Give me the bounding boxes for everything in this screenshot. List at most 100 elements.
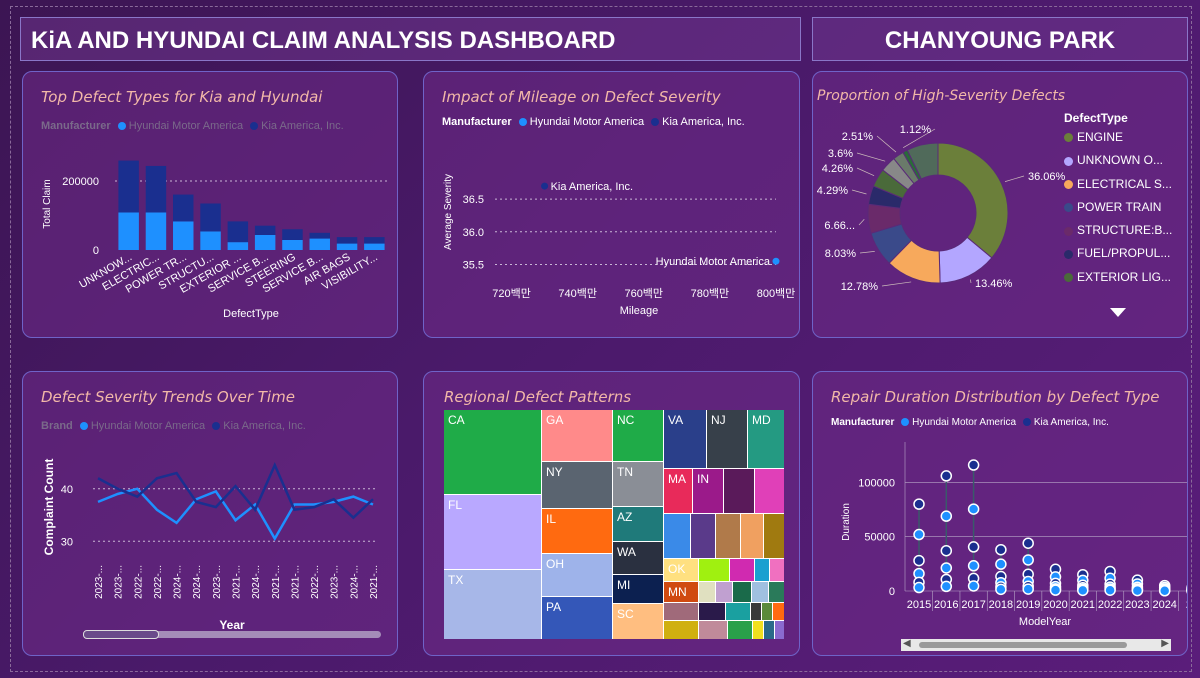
treemap-cell[interactable]	[730, 559, 754, 581]
x-tick-label: 2021-...	[232, 565, 243, 599]
x-tick-label: 2022-...	[133, 565, 144, 599]
donut-legend-item[interactable]: FUEL/PROPUL...	[1064, 246, 1172, 269]
donut-leader-line	[881, 281, 912, 287]
scroll-right-icon[interactable]: ▶	[1161, 638, 1169, 649]
treemap-cell[interactable]: TX	[444, 570, 541, 639]
repair-duration-card[interactable]: Repair Duration Distribution by Defect T…	[812, 371, 1188, 656]
x-scrollbar-thumb[interactable]	[83, 630, 159, 639]
treemap-cell[interactable]: NJ	[707, 410, 747, 468]
bar-kia	[173, 194, 194, 222]
treemap-cell[interactable]: MI	[613, 575, 663, 603]
treemap-cell[interactable]	[755, 469, 784, 513]
treemap-cell[interactable]	[724, 469, 754, 513]
bar-hyundai	[254, 234, 276, 250]
high-severity-card[interactable]: Proportion of High-Severity Defects 36.0…	[812, 71, 1188, 338]
donut-legend-item[interactable]: ELECTRICAL S...	[1064, 177, 1172, 200]
treemap-cell[interactable]	[664, 603, 698, 620]
scroll-left-icon[interactable]: ◀	[903, 638, 911, 649]
treemap-cell[interactable]	[770, 559, 784, 581]
legend-dot	[1064, 133, 1073, 143]
donut-legend-item[interactable]: ENGINE	[1064, 130, 1172, 153]
treemap-cell[interactable]	[699, 559, 729, 581]
treemap-cell[interactable]	[699, 603, 725, 620]
duration-point	[1104, 584, 1116, 596]
treemap-cell[interactable]	[691, 514, 715, 558]
treemap-cell[interactable]	[741, 514, 763, 558]
donut-leader-line	[851, 189, 867, 195]
duration-point	[1186, 584, 1187, 591]
treemap-cell[interactable]	[751, 603, 761, 620]
bar-hyundai	[145, 212, 167, 250]
severity-trends-card[interactable]: Defect Severity Trends Over Time Brand H…	[22, 371, 398, 656]
duration-point	[940, 562, 953, 574]
legend-scroll-down-icon[interactable]	[1110, 308, 1126, 317]
treemap-cell[interactable]: IN	[693, 469, 723, 513]
treemap-cell[interactable]: MA	[664, 469, 692, 513]
donut-legend-item[interactable]: POWER TRAIN	[1064, 200, 1172, 223]
treemap-cell[interactable]: WA	[613, 542, 663, 574]
x-axis-label: ModelYear	[1019, 616, 1072, 628]
x-tick-label: 2024-...	[192, 565, 203, 599]
treemap-cell[interactable]: IL	[542, 509, 612, 553]
treemap-cell[interactable]	[733, 582, 751, 602]
donut-value-label: 4.26%	[822, 163, 853, 175]
treemap-cell[interactable]: NY	[542, 462, 612, 508]
treemap-cell[interactable]: MD	[748, 410, 784, 468]
bar-hyundai	[364, 243, 385, 250]
treemap-cell[interactable]	[728, 621, 752, 639]
treemap-cell[interactable]	[769, 582, 784, 602]
treemap-cell[interactable]: NC	[613, 410, 663, 461]
treemap-cell[interactable]: CA	[444, 410, 541, 494]
legend-label: STRUCTURE:B...	[1077, 223, 1173, 238]
bar-kia	[364, 237, 385, 244]
treemap-cell[interactable]: SC	[613, 604, 663, 639]
treemap-cell[interactable]	[755, 559, 769, 581]
treemap-cell[interactable]: PA	[542, 597, 612, 639]
treemap-cell[interactable]	[664, 514, 690, 558]
donut-legend-item[interactable]: UNKNOWN O...	[1064, 153, 1172, 176]
bar-kia	[254, 225, 276, 235]
treemap-cell[interactable]: TN	[613, 462, 663, 506]
treemap-cell[interactable]	[664, 621, 698, 639]
treemap-cell[interactable]	[773, 603, 784, 620]
treemap-cell[interactable]	[764, 621, 774, 639]
duration-point	[1186, 587, 1187, 593]
x-tick-label: 2024-...	[349, 565, 360, 599]
x-tick-label: 2019	[1016, 599, 1040, 611]
x-tick-label: 2023-...	[94, 565, 105, 599]
treemap-cell[interactable]	[764, 514, 784, 558]
donut-legend-item[interactable]: STRUCTURE:B...	[1064, 223, 1172, 246]
x-scrollbar-thumb[interactable]	[919, 642, 1127, 648]
treemap-cell[interactable]	[775, 621, 784, 639]
treemap-cell[interactable]: FL	[444, 495, 541, 569]
x-scrollbar[interactable]	[83, 630, 381, 639]
treemap-cell[interactable]: OH	[542, 554, 612, 596]
treemap-cell[interactable]	[699, 582, 715, 602]
treemap-label: NY	[546, 465, 563, 479]
duration-point	[1022, 583, 1034, 595]
x-tick-label: 2023-...	[330, 565, 341, 599]
duration-point	[967, 503, 980, 515]
mileage-severity-card[interactable]: Impact of Mileage on Defect Severity Man…	[423, 71, 800, 338]
treemap-cell[interactable]	[753, 621, 763, 639]
top-defect-types-card[interactable]: Top Defect Types for Kia and Hyundai Man…	[22, 71, 398, 338]
x-scrollbar[interactable]: ◀ ▶	[901, 638, 1171, 651]
treemap-cell[interactable]: GA	[542, 410, 612, 461]
treemap-cell[interactable]: VA	[664, 410, 706, 468]
treemap-cell[interactable]: AZ	[613, 507, 663, 541]
donut-legend-item[interactable]: EXTERIOR LIG...	[1064, 270, 1172, 293]
treemap-cell[interactable]	[716, 514, 740, 558]
legend-dot	[1064, 156, 1073, 166]
treemap-cell[interactable]	[752, 582, 768, 602]
treemap-cell[interactable]	[762, 603, 772, 620]
treemap-cell[interactable]: MN	[664, 582, 698, 602]
treemap-cell[interactable]	[699, 621, 727, 639]
treemap-cell[interactable]	[726, 603, 750, 620]
treemap-cell[interactable]	[716, 582, 732, 602]
treemap: CA FL TX GA NY IL OH PA NC TN AZ WA MI SC VA NJ MD MA IN OK…	[444, 410, 784, 639]
treemap-cell[interactable]: OK	[664, 559, 698, 581]
regional-patterns-card[interactable]: Regional Defect Patterns CA FL TX GA NY IL OH P…	[423, 371, 800, 656]
donut-value-label: 13.46%	[975, 278, 1013, 290]
duration-point	[1022, 554, 1034, 566]
legend-label: EXTERIOR LIG...	[1077, 269, 1172, 284]
